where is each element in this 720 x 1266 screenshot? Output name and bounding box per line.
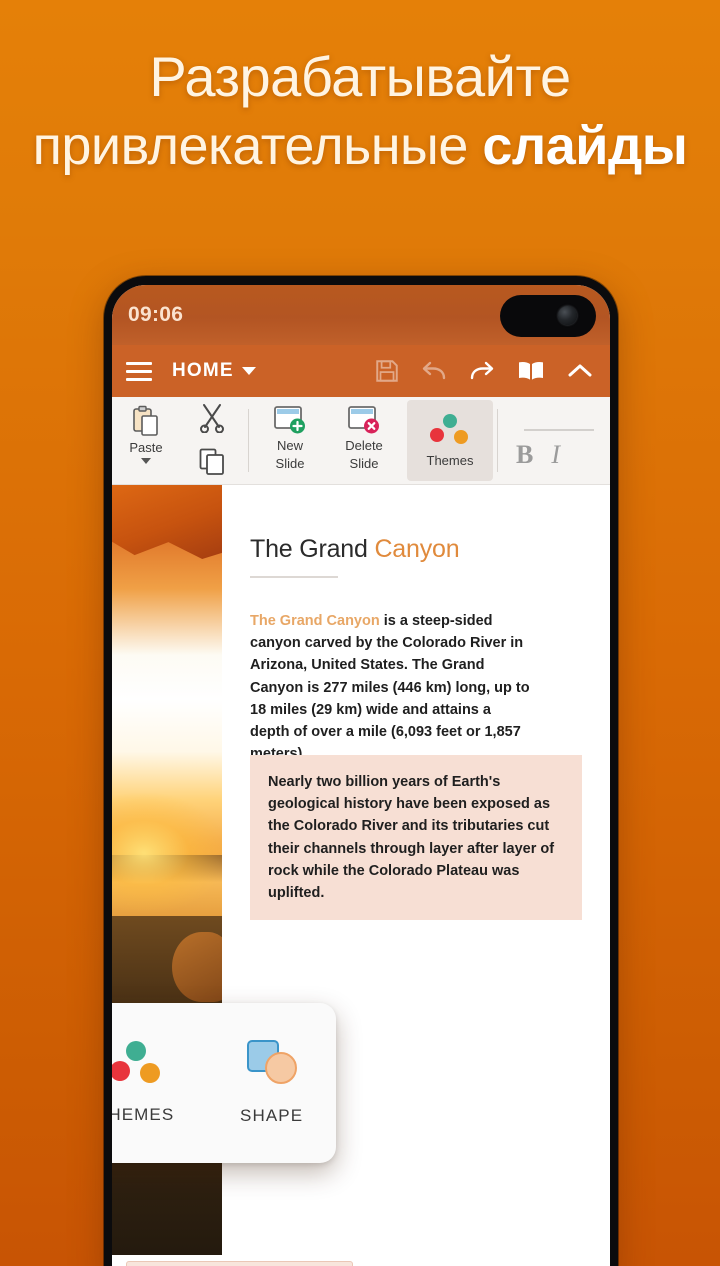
chevron-down-icon [241, 367, 256, 375]
paste-button[interactable]: Paste [112, 397, 180, 484]
slide-paragraph-1-rest: is a steep-sided canyon carved by the Co… [250, 613, 530, 762]
theme-card-slate[interactable]: Aa Slate [371, 1261, 596, 1266]
canyon-ledge [172, 931, 222, 1002]
font-size-field[interactable] [524, 429, 594, 431]
reading-view-icon[interactable] [516, 358, 546, 384]
font-format-group: B I [502, 397, 574, 484]
three-dots-themes-icon [112, 1041, 162, 1085]
themes-button[interactable]: Themes [407, 400, 493, 481]
headline-bold-part: слайды [482, 116, 688, 177]
italic-button[interactable]: I [551, 440, 560, 470]
status-bar-clock: 09:06 [128, 303, 184, 326]
ribbon-divider-2 [497, 409, 498, 472]
ribbon-toolbar: Paste New Slide Delete Slide Themes B I [112, 397, 610, 485]
popup-themes-label: THEMES [112, 1105, 175, 1124]
slide-paragraph-1-accent: The Grand Canyon [250, 613, 380, 629]
popup-shape-option[interactable]: SHAPE [240, 1040, 303, 1126]
copy-icon[interactable] [199, 448, 225, 476]
headline-line-1: Разрабатывайте [149, 45, 571, 108]
new-slide-label-2: Slide [275, 456, 305, 472]
popup-shape-label: SHAPE [240, 1106, 304, 1125]
theme-card-vapor-trail[interactable]: AA Vapor Trail [126, 1261, 353, 1266]
cut-copy-column [180, 397, 244, 484]
status-bar: 09:06 [112, 285, 610, 345]
chevron-down-icon[interactable] [141, 457, 151, 464]
delete-slide-button[interactable]: Delete Slide [327, 397, 401, 484]
canyon-sun-glow [112, 793, 222, 913]
themes-label: Themes [426, 453, 474, 468]
delete-slide-icon [348, 406, 379, 434]
ribbon-tab-label: HOME [172, 360, 234, 381]
ribbon-tab-selector[interactable]: HOME [172, 360, 256, 382]
delete-slide-label-2: Slide [349, 456, 379, 472]
slide-title[interactable]: The Grand Canyon [250, 535, 582, 564]
delete-slide-label-1: Delete [345, 438, 383, 453]
square-circle-shape-icon [245, 1040, 299, 1086]
app-toolbar: HOME [112, 345, 610, 397]
paste-icon [133, 405, 158, 436]
new-slide-button[interactable]: New Slide [253, 397, 327, 484]
phone-mockup: 09:06 HOME Paste New Slide Delete Slide … [104, 276, 618, 1266]
slide-paragraph-1[interactable]: The Grand Canyon is a steep-sided canyon… [250, 610, 532, 765]
scissors-icon[interactable] [198, 403, 226, 433]
headline-line-2: привлекательные слайды [0, 119, 720, 174]
title-underline-rule [250, 576, 338, 578]
themes-gallery: AA Vapor Trail Aa Slate [112, 1255, 610, 1266]
slide-title-plain: The Grand [250, 535, 375, 563]
bold-button[interactable]: B [516, 440, 533, 470]
headline-regular-part: привлекательные [32, 116, 483, 177]
paste-label: Paste [129, 440, 163, 455]
phone-screen: 09:06 HOME Paste New Slide Delete Slide … [112, 285, 610, 1266]
new-slide-label-1: New [276, 438, 303, 453]
collapse-ribbon-icon[interactable] [566, 358, 594, 384]
camera-lens-icon [558, 306, 577, 325]
themes-gallery-row-1: AA Vapor Trail Aa Slate [126, 1261, 596, 1266]
promo-headline: Разрабатывайте привлекательные слайды [0, 48, 720, 174]
hamburger-menu-icon[interactable] [126, 361, 152, 381]
ribbon-divider [248, 409, 249, 472]
redo-icon[interactable] [468, 358, 496, 384]
slide-editor: The Grand Canyon The Grand Canyon is a s… [112, 485, 610, 1255]
new-slide-icon [274, 406, 305, 434]
slides-group: New Slide Delete Slide [253, 397, 401, 484]
three-dots-themes-icon [430, 414, 470, 446]
insert-options-popup: THEMES SHAPE [112, 1003, 336, 1163]
undo-icon[interactable] [420, 358, 448, 384]
slide-title-accent: Canyon [374, 535, 460, 563]
slide-paragraph-2[interactable]: Nearly two billion years of Earth's geol… [250, 755, 582, 921]
toolbar-actions [374, 358, 596, 384]
clipboard-group: Paste [112, 397, 244, 484]
front-camera-punchhole [500, 295, 596, 337]
popup-themes-option[interactable]: THEMES [112, 1041, 174, 1125]
save-icon[interactable] [374, 358, 400, 384]
